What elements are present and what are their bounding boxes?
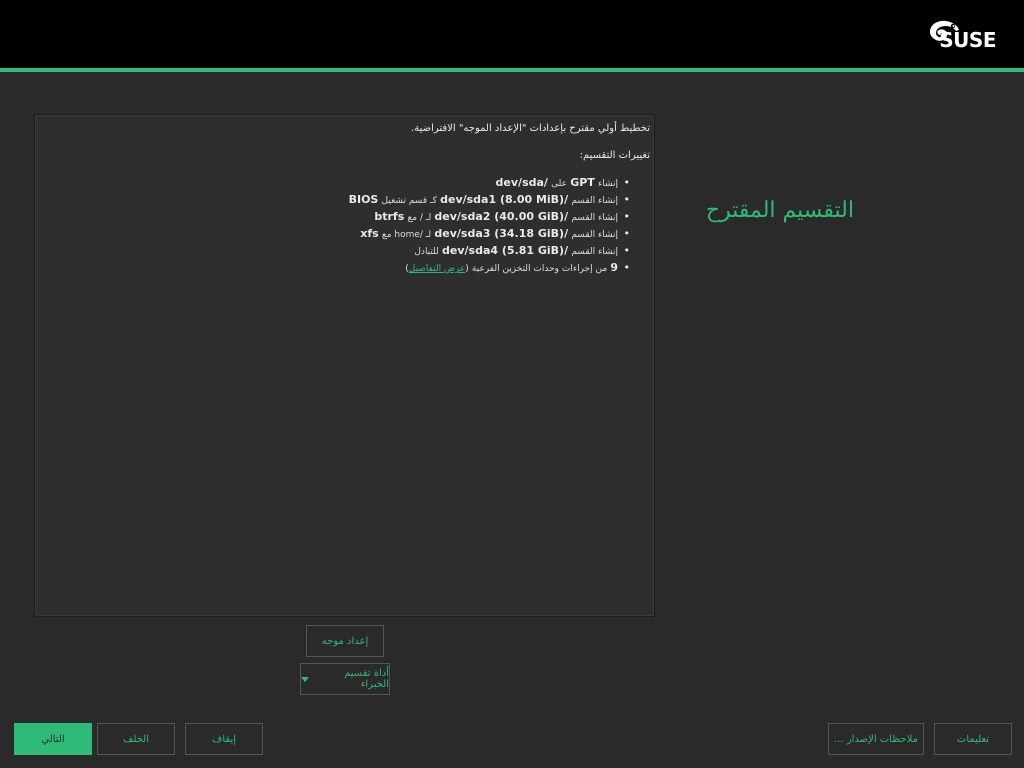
list-item: إنشاء القسم /dev/sda4 (5.81 GiB) للتبادل bbox=[35, 243, 630, 260]
suse-logo: SUSE bbox=[924, 18, 996, 54]
list-item: 9 من إجراءات وحدات التخزين الفرعية (عرض … bbox=[35, 260, 630, 277]
expert-partitioner-button[interactable]: أداة تقسيم الخبراء bbox=[300, 663, 390, 695]
proposal-panel[interactable]: تخطيط أولي مقترح بإعدادات "الإعداد الموج… bbox=[34, 114, 655, 617]
changes-title: تغييرات التقسيم: bbox=[579, 150, 650, 161]
guided-setup-button[interactable]: إعداد موجه bbox=[306, 625, 384, 657]
back-button[interactable]: الخلف bbox=[97, 723, 175, 755]
chevron-down-icon bbox=[301, 676, 309, 682]
expert-partitioner-label: أداة تقسيم الخبراء bbox=[344, 668, 389, 690]
page-title: التقسيم المقترح bbox=[705, 198, 854, 223]
help-button[interactable]: تعليمات bbox=[934, 723, 1012, 755]
changes-list: إنشاء GPT على /dev/sda إنشاء القسم /dev/… bbox=[35, 175, 630, 277]
top-bar bbox=[0, 0, 1024, 70]
logo-text: SUSE bbox=[939, 28, 996, 52]
release-notes-button[interactable]: ملاحظات الإصدار ... bbox=[828, 723, 924, 755]
show-details-link[interactable]: عرض التفاصيل bbox=[409, 264, 466, 274]
top-bar-accent-line bbox=[0, 68, 1024, 72]
list-item: إنشاء GPT على /dev/sda bbox=[35, 175, 630, 192]
abort-button[interactable]: إيقاف bbox=[185, 723, 263, 755]
list-item: إنشاء القسم /dev/sda2 (40.00 GiB) لـ / م… bbox=[35, 209, 630, 226]
next-button[interactable]: التالي bbox=[14, 723, 92, 755]
proposal-intro: تخطيط أولي مقترح بإعدادات "الإعداد الموج… bbox=[411, 123, 650, 134]
list-item: إنشاء القسم /dev/sda3 (34.18 GiB) لـ /ho… bbox=[35, 226, 630, 243]
list-item: إنشاء القسم /dev/sda1 (8.00 MiB) كـ قسم … bbox=[35, 192, 630, 209]
